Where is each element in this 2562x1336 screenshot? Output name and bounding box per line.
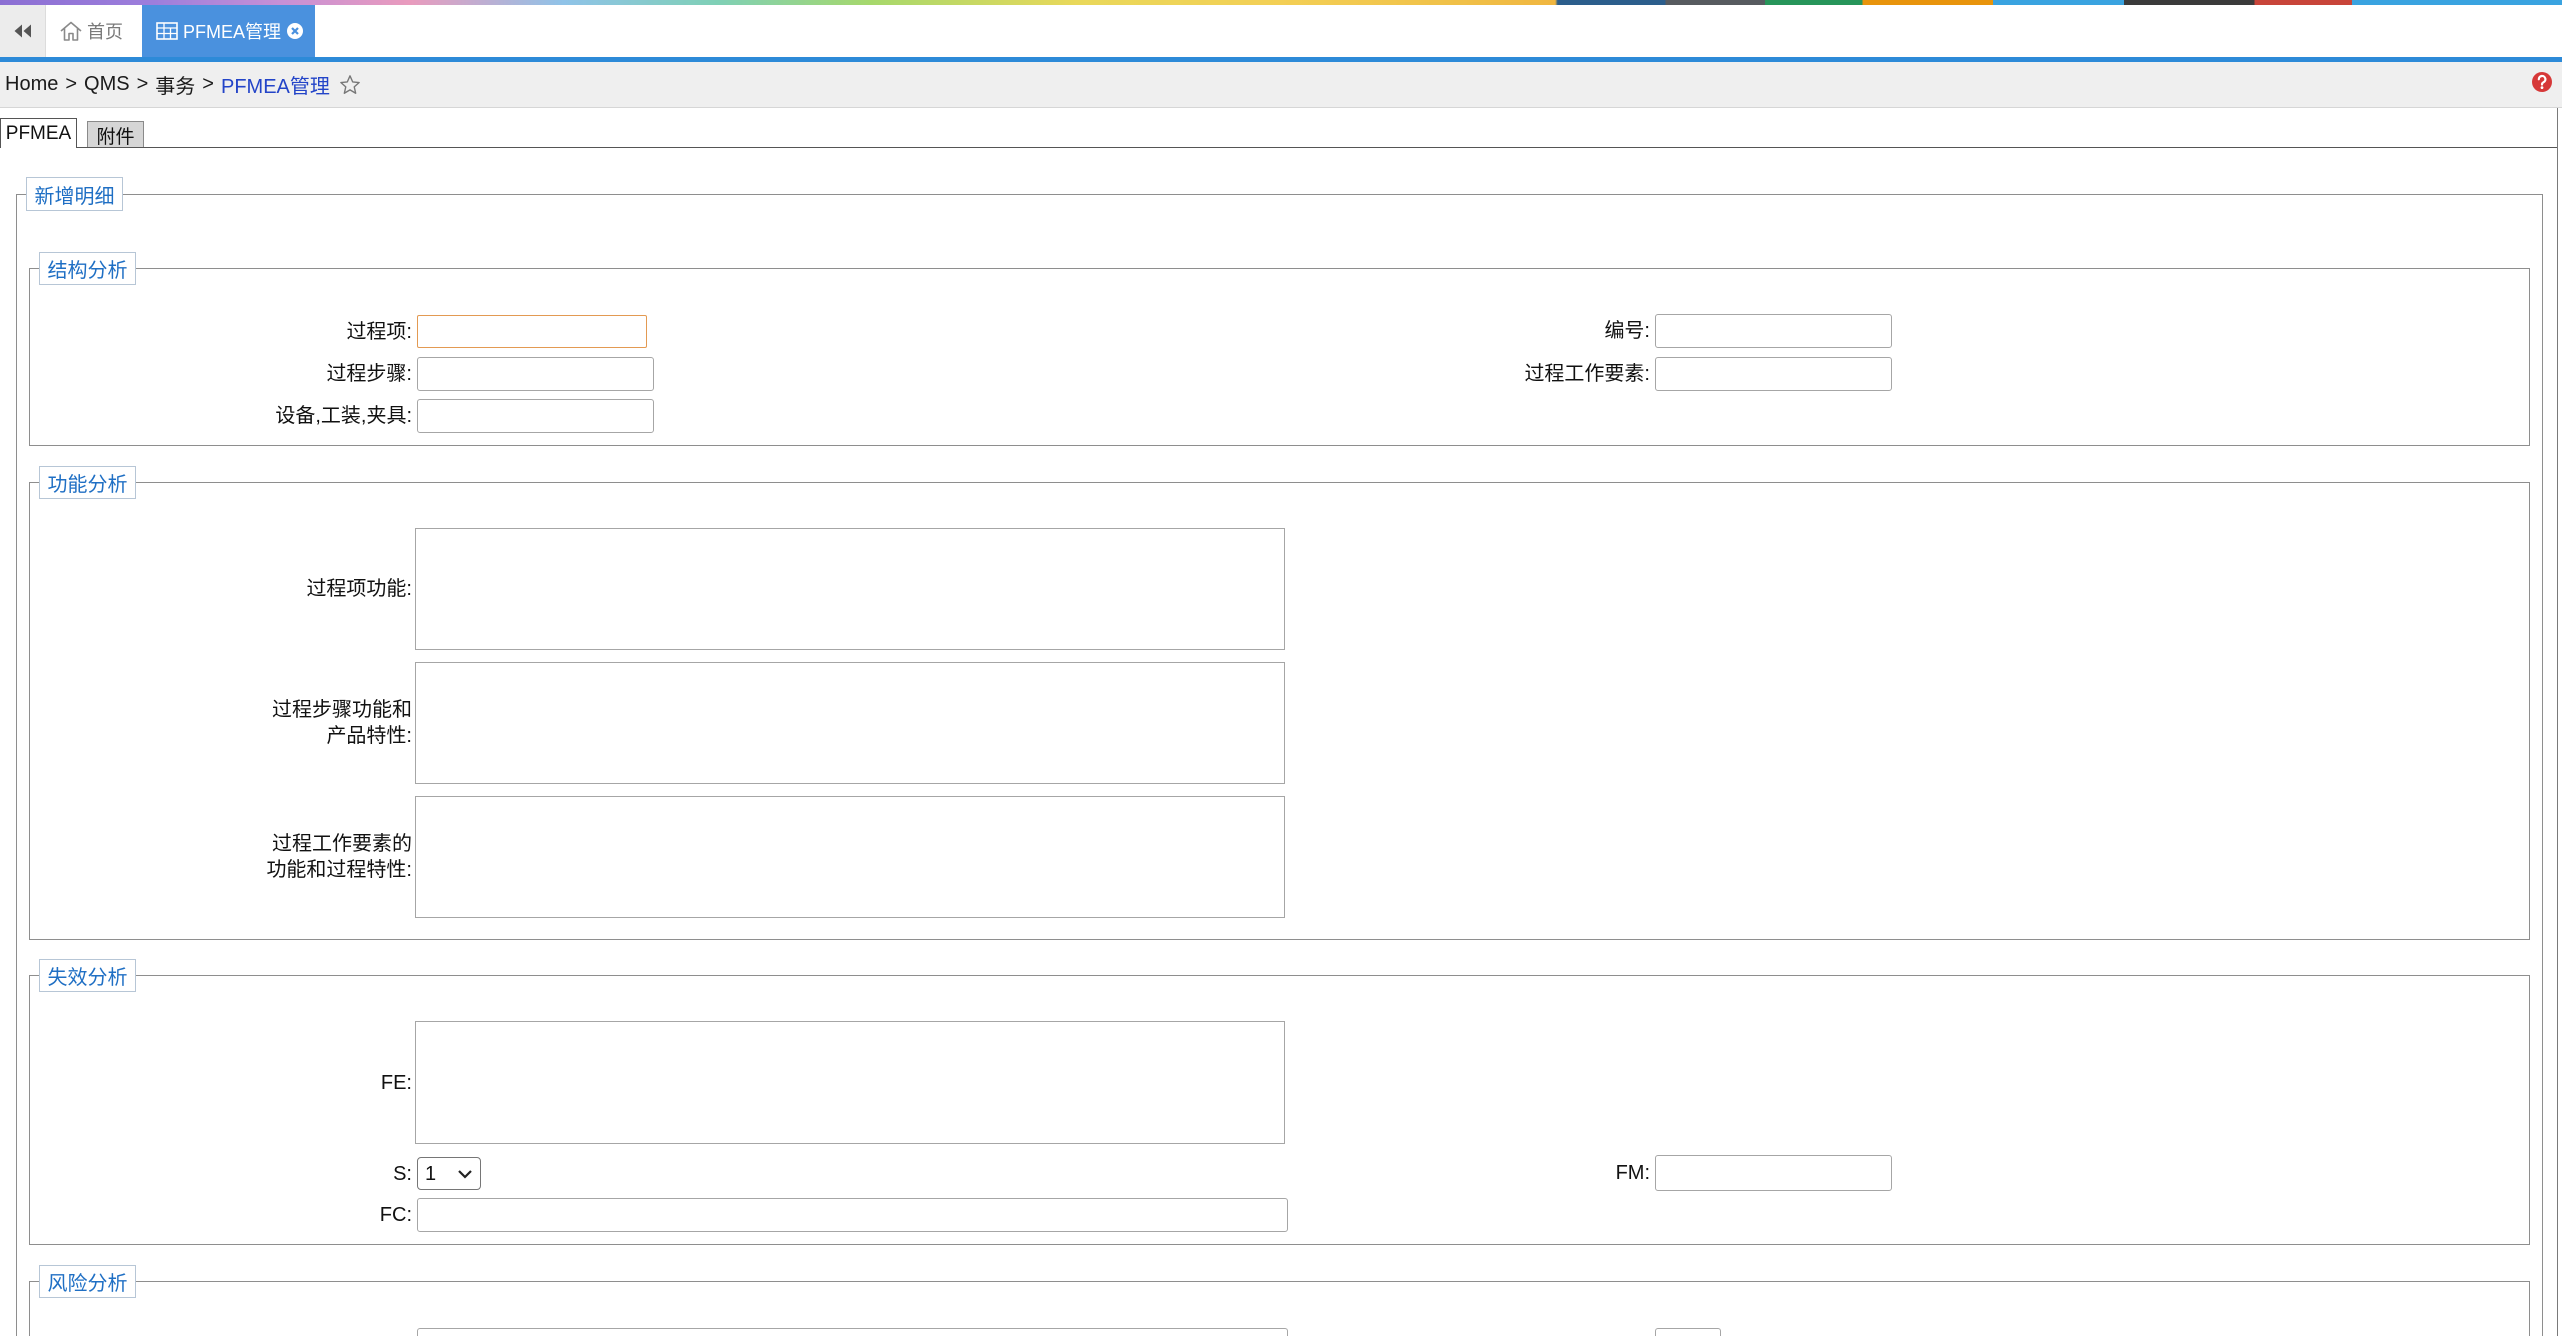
process-item-function-textarea[interactable] bbox=[415, 528, 1285, 650]
label-line: 过程工作要素的 bbox=[272, 833, 412, 855]
fm-label: FM: bbox=[1615, 1162, 1650, 1184]
fc-label: FC: bbox=[379, 1204, 412, 1226]
content-right-border bbox=[2557, 108, 2558, 1336]
breadcrumb-current: PFMEA管理 bbox=[220, 76, 330, 98]
breadcrumb: Home > QMS > 事务 > PFMEA管理 bbox=[0, 62, 2562, 108]
fe-label: FE: bbox=[380, 1071, 412, 1094]
label-line: 过程步骤功能和 bbox=[272, 699, 412, 721]
risk-analysis-text-input[interactable] bbox=[417, 1328, 1288, 1336]
double-chevron-left-icon bbox=[14, 24, 31, 38]
process-work-element-label: 过程工作要素: bbox=[1524, 363, 1650, 385]
fe-textarea[interactable] bbox=[415, 1021, 1285, 1144]
risk-analysis-small-input[interactable] bbox=[1655, 1328, 1721, 1336]
breadcrumb-qms[interactable]: QMS bbox=[84, 73, 130, 96]
s-select[interactable]: 1 bbox=[417, 1157, 481, 1190]
risk-analysis-legend: 风险分析 bbox=[39, 1265, 136, 1298]
process-item-function-label: 过程项功能: bbox=[100, 528, 412, 650]
breadcrumb-home[interactable]: Home bbox=[5, 73, 58, 96]
failure-analysis-legend: 失效分析 bbox=[39, 959, 136, 992]
help-icon[interactable] bbox=[2531, 71, 2553, 93]
process-step-label: 过程步骤: bbox=[326, 363, 412, 385]
equipment-tooling-fixture-input[interactable] bbox=[417, 399, 654, 433]
fc-input[interactable] bbox=[417, 1198, 1288, 1232]
process-item-label: 过程项: bbox=[346, 320, 412, 343]
process-work-element-input[interactable] bbox=[1655, 357, 1892, 391]
function-analysis-legend: 功能分析 bbox=[39, 466, 136, 499]
tab-home-label: 首页 bbox=[87, 22, 123, 42]
tab-bar: 首页 PFMEA管理 bbox=[0, 5, 2562, 57]
tab-attachments[interactable]: 附件 bbox=[87, 121, 144, 148]
pfmea-page: 首页 PFMEA管理 Home > QMS > 事务 > PFMEA管理 PFM… bbox=[0, 0, 2562, 1336]
breadcrumb-separator: > bbox=[136, 73, 149, 95]
number-input[interactable] bbox=[1655, 314, 1892, 348]
new-detail-legend: 新增明细 bbox=[26, 177, 123, 211]
breadcrumb-separator: > bbox=[202, 73, 214, 95]
close-tab-icon[interactable] bbox=[286, 22, 304, 40]
process-step-function-label: 过程步骤功能和 产品特性: bbox=[100, 662, 412, 784]
breadcrumb-separator: > bbox=[65, 73, 78, 95]
process-item-input[interactable] bbox=[417, 315, 647, 348]
s-select-wrapper: 1 bbox=[417, 1157, 481, 1190]
favorite-star-button[interactable] bbox=[339, 74, 361, 96]
label-line: 功能和过程特性: bbox=[266, 859, 412, 881]
tab-pfmea-management-label: PFMEA管理 bbox=[183, 22, 282, 42]
equipment-tooling-fixture-label: 设备,工装,夹具: bbox=[275, 405, 412, 427]
label-line: 过程项功能: bbox=[306, 578, 412, 600]
collapse-tabs-button[interactable] bbox=[0, 5, 46, 57]
tab-pfmea-management[interactable]: PFMEA管理 bbox=[142, 5, 315, 57]
tab-pfmea[interactable]: PFMEA bbox=[0, 118, 77, 148]
star-outline-icon bbox=[340, 74, 360, 94]
tab-panel-border bbox=[77, 147, 2558, 148]
tab-home[interactable]: 首页 bbox=[49, 5, 139, 57]
work-element-function-label: 过程工作要素的 功能和过程特性: bbox=[100, 796, 412, 918]
label-line: 产品特性: bbox=[326, 725, 412, 747]
fm-input[interactable] bbox=[1655, 1155, 1892, 1191]
s-label: S: bbox=[393, 1162, 412, 1185]
process-step-function-textarea[interactable] bbox=[415, 662, 1285, 784]
home-icon bbox=[60, 21, 82, 41]
process-step-input[interactable] bbox=[417, 357, 654, 391]
work-element-function-textarea[interactable] bbox=[415, 796, 1285, 918]
number-label: 编号: bbox=[1604, 320, 1650, 342]
table-icon bbox=[156, 22, 178, 40]
breadcrumb-affairs[interactable]: 事务 bbox=[155, 70, 195, 99]
structure-analysis-legend: 结构分析 bbox=[39, 252, 136, 285]
